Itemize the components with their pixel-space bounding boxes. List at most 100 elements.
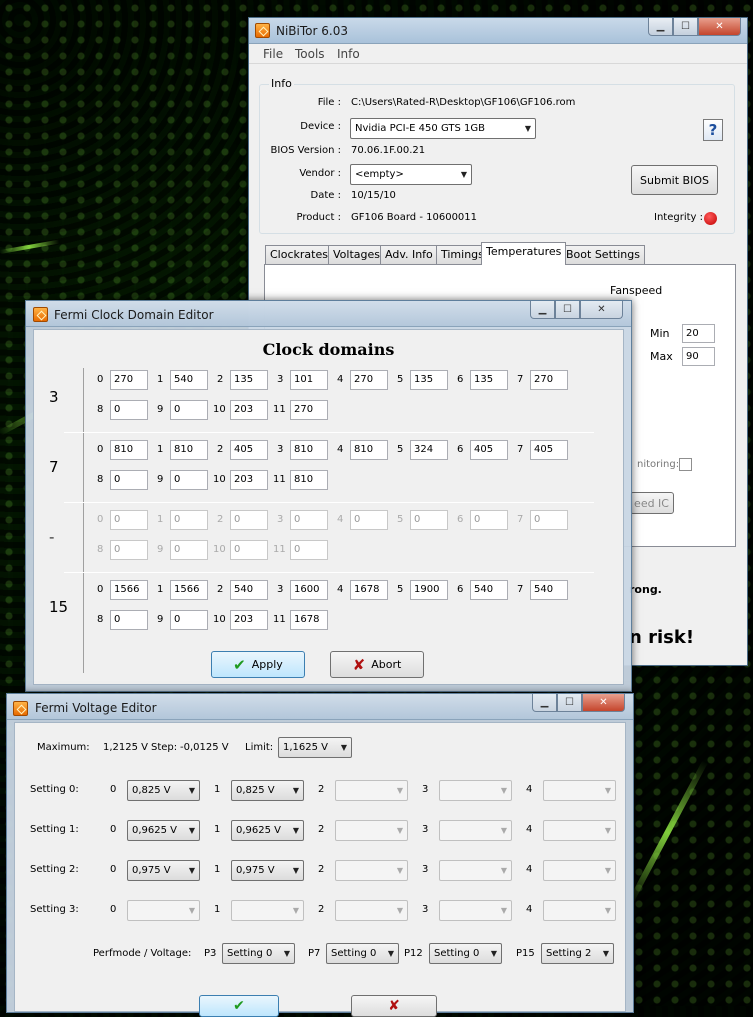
tab-voltages[interactable]: Voltages — [328, 245, 385, 264]
clock-value-input[interactable]: 810 — [170, 440, 208, 460]
voltage-apply-button[interactable]: ✔ — [199, 995, 279, 1017]
close-button[interactable]: ✕ — [698, 18, 741, 36]
clock-value-input[interactable]: 135 — [470, 370, 508, 390]
clock-value-input[interactable]: 0 — [170, 540, 208, 560]
clock-value-input[interactable]: 0 — [110, 400, 148, 420]
apply-button[interactable]: ✔ Apply — [211, 651, 305, 678]
tab-boot-settings[interactable]: Boot Settings — [561, 245, 645, 264]
speed-ic-button[interactable]: eed IC — [630, 492, 674, 514]
voltage-select[interactable]: 0,825 V ▼ — [127, 780, 200, 801]
voltage-select[interactable]: ▼ — [439, 900, 512, 921]
voltage-editor-close-button[interactable]: ✕ — [582, 694, 625, 712]
clock-value-input[interactable]: 0 — [230, 540, 268, 560]
clock-value-input[interactable]: 270 — [350, 370, 388, 390]
submit-bios-button[interactable]: Submit BIOS — [631, 165, 718, 195]
clock-value-input[interactable]: 135 — [410, 370, 448, 390]
clock-editor-minimize-button[interactable]: ▁ — [530, 301, 555, 319]
clock-value-input[interactable]: 0 — [170, 470, 208, 490]
clock-value-input[interactable]: 0 — [110, 470, 148, 490]
fan-max-input[interactable]: 90 — [682, 347, 715, 366]
clock-value-input[interactable]: 0 — [170, 510, 208, 530]
perfmode-select[interactable]: Setting 0 ▼ — [222, 943, 295, 964]
clock-value-input[interactable]: 810 — [350, 440, 388, 460]
voltage-select[interactable]: ▼ — [439, 780, 512, 801]
perfmode-select[interactable]: Setting 0 ▼ — [326, 943, 399, 964]
voltage-select[interactable]: 0,825 V ▼ — [231, 780, 304, 801]
clock-value-input[interactable]: 1600 — [290, 580, 328, 600]
voltage-select[interactable]: ▼ — [543, 860, 616, 881]
clock-value-input[interactable]: 540 — [230, 580, 268, 600]
voltage-select[interactable]: ▼ — [127, 900, 200, 921]
tab-adv-info[interactable]: Adv. Info — [380, 245, 438, 264]
clock-value-input[interactable]: 1678 — [350, 580, 388, 600]
monitoring-checkbox[interactable] — [679, 458, 692, 471]
clock-value-input[interactable]: 203 — [230, 610, 268, 630]
voltage-select[interactable]: 0,9625 V ▼ — [231, 820, 304, 841]
menu-tools[interactable]: Tools — [295, 47, 325, 61]
clock-value-input[interactable]: 540 — [470, 580, 508, 600]
maximize-button[interactable]: ☐ — [673, 18, 698, 36]
clock-value-input[interactable]: 0 — [290, 510, 328, 530]
fan-min-input[interactable]: 20 — [682, 324, 715, 343]
clock-value-input[interactable]: 810 — [110, 440, 148, 460]
abort-button[interactable]: ✘ Abort — [330, 651, 424, 678]
tab-temperatures[interactable]: Temperatures — [481, 242, 567, 265]
clock-value-input[interactable]: 135 — [230, 370, 268, 390]
clock-value-input[interactable]: 810 — [290, 440, 328, 460]
clock-value-input[interactable]: 0 — [230, 510, 268, 530]
clock-value-input[interactable]: 405 — [470, 440, 508, 460]
voltage-select[interactable]: 0,975 V ▼ — [127, 860, 200, 881]
clock-value-input[interactable]: 810 — [290, 470, 328, 490]
voltage-editor-minimize-button[interactable]: ▁ — [532, 694, 557, 712]
clock-value-input[interactable]: 203 — [230, 470, 268, 490]
clock-value-input[interactable]: 540 — [170, 370, 208, 390]
clock-value-input[interactable]: 0 — [110, 610, 148, 630]
clock-value-input[interactable]: 405 — [530, 440, 568, 460]
minimize-button[interactable]: ▁ — [648, 18, 673, 36]
voltage-select[interactable]: ▼ — [231, 900, 304, 921]
perfmode-select[interactable]: Setting 2 ▼ — [541, 943, 614, 964]
clock-value-input[interactable]: 1566 — [170, 580, 208, 600]
help-button[interactable]: ? — [703, 119, 723, 141]
clock-value-input[interactable]: 1566 — [110, 580, 148, 600]
voltage-select[interactable]: ▼ — [543, 820, 616, 841]
voltage-select[interactable]: ▼ — [335, 900, 408, 921]
clock-value-input[interactable]: 540 — [530, 580, 568, 600]
vendor-select[interactable]: <empty> ▼ — [350, 164, 472, 185]
voltage-select[interactable]: ▼ — [543, 900, 616, 921]
clock-value-input[interactable]: 405 — [230, 440, 268, 460]
clock-editor-close-button[interactable]: ✕ — [580, 301, 623, 319]
clock-value-input[interactable]: 1900 — [410, 580, 448, 600]
clock-value-input[interactable]: 1678 — [290, 610, 328, 630]
clock-value-input[interactable]: 203 — [230, 400, 268, 420]
clock-value-input[interactable]: 101 — [290, 370, 328, 390]
voltage-select[interactable]: 0,9625 V ▼ — [127, 820, 200, 841]
menu-file[interactable]: File — [263, 47, 283, 61]
voltage-select[interactable]: ▼ — [335, 860, 408, 881]
clock-value-input[interactable]: 0 — [170, 610, 208, 630]
clock-value-input[interactable]: 270 — [530, 370, 568, 390]
clock-value-input[interactable]: 0 — [470, 510, 508, 530]
voltage-select[interactable]: ▼ — [335, 780, 408, 801]
clock-value-input[interactable]: 0 — [530, 510, 568, 530]
clock-editor-maximize-button[interactable]: ☐ — [555, 301, 580, 319]
voltage-select[interactable]: ▼ — [439, 820, 512, 841]
clock-value-input[interactable]: 0 — [290, 540, 328, 560]
limit-select[interactable]: 1,1625 V ▼ — [278, 737, 352, 758]
clock-value-input[interactable]: 0 — [110, 540, 148, 560]
clock-value-input[interactable]: 270 — [110, 370, 148, 390]
clock-value-input[interactable]: 0 — [110, 510, 148, 530]
clock-value-input[interactable]: 0 — [410, 510, 448, 530]
clock-value-input[interactable]: 0 — [350, 510, 388, 530]
clock-value-input[interactable]: 270 — [290, 400, 328, 420]
voltage-select[interactable]: ▼ — [439, 860, 512, 881]
perfmode-select[interactable]: Setting 0 ▼ — [429, 943, 502, 964]
voltage-select[interactable]: ▼ — [335, 820, 408, 841]
voltage-select[interactable]: ▼ — [543, 780, 616, 801]
clock-value-input[interactable]: 324 — [410, 440, 448, 460]
device-select[interactable]: Nvidia PCI-E 450 GTS 1GB ▼ — [350, 118, 536, 139]
voltage-abort-button[interactable]: ✘ — [351, 995, 437, 1017]
clock-value-input[interactable]: 0 — [170, 400, 208, 420]
voltage-editor-maximize-button[interactable]: ☐ — [557, 694, 582, 712]
tab-clockrates[interactable]: Clockrates — [265, 245, 333, 264]
